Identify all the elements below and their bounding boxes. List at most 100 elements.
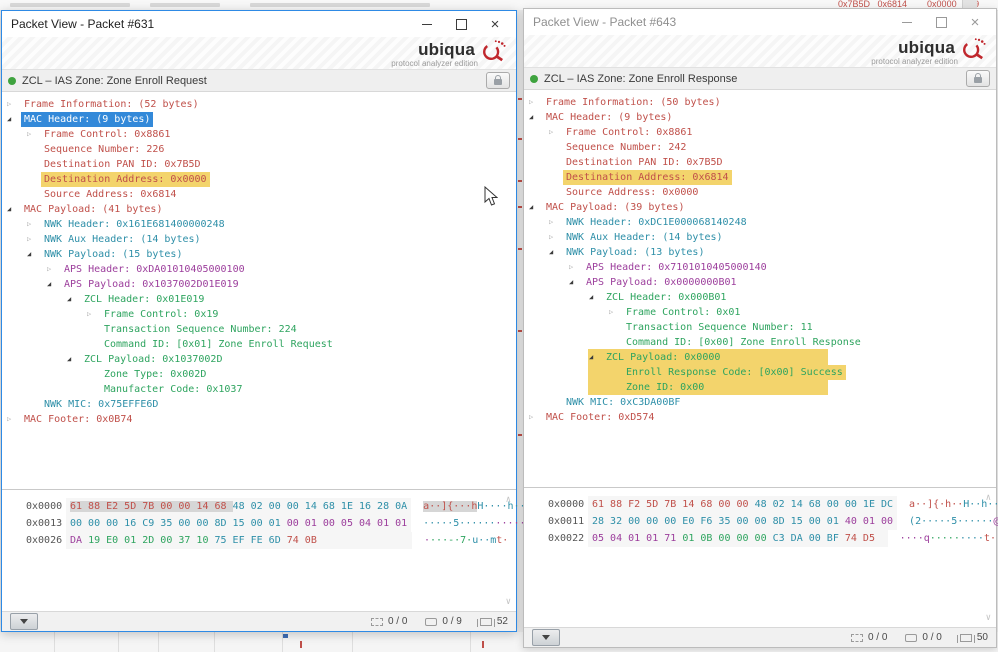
expand-icon[interactable]: ▷	[86, 307, 101, 322]
tree-item[interactable]: ◢ ZCL Header: 0x01E019	[2, 292, 516, 307]
hex-bytes[interactable]: 61 88 E2 5D 7B 00 00 14 68 48 02 00 00 1…	[66, 498, 412, 515]
hex-ascii[interactable]: a··]{···hH····h··(↓	[423, 498, 538, 515]
tree-item[interactable]: ▷ MAC Footer: 0x0B74	[2, 412, 516, 427]
tree-item[interactable]: Sequence Number: 242	[524, 140, 996, 155]
hex-ascii[interactable]: ····-·7·u··mt·	[424, 532, 508, 549]
expand-icon[interactable]: ▷	[46, 262, 61, 277]
scroll-down-icon[interactable]: ∨	[506, 598, 511, 607]
dropdown-button[interactable]	[10, 613, 38, 630]
lock-button[interactable]	[486, 72, 510, 89]
expand-icon[interactable]: ▷	[26, 127, 41, 142]
expand-icon[interactable]: ▷	[568, 260, 583, 275]
tree-item[interactable]: Source Address: 0x0000	[524, 185, 996, 200]
tree-item[interactable]: ◢ NWK Payload: (13 bytes)	[524, 245, 996, 260]
collapse-icon[interactable]: ◢	[548, 245, 563, 260]
scroll-up-icon[interactable]: ∧	[986, 494, 991, 503]
collapse-icon[interactable]: ◢	[6, 202, 21, 217]
tree-item[interactable]: ▷ NWK Header: 0x161E681400000248	[2, 217, 516, 232]
collapse-icon[interactable]: ◢	[66, 292, 81, 307]
collapse-icon[interactable]: ◢	[6, 112, 21, 127]
tree-item[interactable]: ▷ MAC Footer: 0xD574	[524, 410, 996, 425]
scroll-up-icon[interactable]: ∧	[506, 496, 511, 505]
tree-item[interactable]: ▷ Frame Control: 0x19	[2, 307, 516, 322]
tree-item[interactable]: NWK MIC: 0xC3DA00BF	[524, 395, 996, 410]
tree-item[interactable]: ◢ MAC Payload: (41 bytes)	[2, 202, 516, 217]
hex-bytes[interactable]: 61 88 F2 5D 7B 14 68 00 00 48 02 14 68 0…	[588, 496, 898, 513]
window-controls: ×	[898, 13, 984, 31]
expand-icon[interactable]: ▷	[548, 215, 563, 230]
tree-item[interactable]: ◢ MAC Header: (9 bytes)	[2, 112, 516, 127]
tree-item[interactable]: ◢ NWK Payload: (15 bytes)	[2, 247, 516, 262]
tree-item[interactable]: ▷ Frame Information: (50 bytes)	[524, 95, 996, 110]
tree-item[interactable]: ▷ Frame Control: 0x8861	[524, 125, 996, 140]
collapse-icon[interactable]: ◢	[66, 352, 81, 367]
expand-icon[interactable]: ▷	[528, 95, 543, 110]
expand-icon[interactable]: ▷	[26, 217, 41, 232]
tree-item[interactable]: Destination PAN ID: 0x7B5D	[524, 155, 996, 170]
tree-item[interactable]: Transaction Sequence Number: 11	[524, 320, 996, 335]
hex-bytes[interactable]: 05 04 01 01 71 01 0B 00 00 00 C3 DA 00 B…	[588, 530, 888, 547]
tree-item[interactable]: Source Address: 0x6814	[2, 187, 516, 202]
scroll-down-icon[interactable]: ∨	[986, 614, 991, 623]
minimize-button[interactable]	[898, 13, 916, 31]
tree-item[interactable]: Destination PAN ID: 0x7B5D	[2, 157, 516, 172]
tree-item[interactable]: Zone ID: 0x00	[524, 380, 996, 395]
tree-item[interactable]: Zone Type: 0x002D	[2, 367, 516, 382]
collapse-icon[interactable]: ◢	[46, 277, 61, 292]
tree-item[interactable]: Destination Address: 0x0000	[2, 172, 516, 187]
tree-item[interactable]: ▷ Frame Control: 0x01	[524, 305, 996, 320]
tree-item[interactable]: ◢ ZCL Payload: 0x1037002D	[2, 352, 516, 367]
expand-icon[interactable]: ▷	[548, 125, 563, 140]
tree-item[interactable]: ◢ MAC Header: (9 bytes)	[524, 110, 996, 125]
tree-item[interactable]: Sequence Number: 226	[2, 142, 516, 157]
tree-item[interactable]: NWK MIC: 0x75EFFE6D	[2, 397, 516, 412]
hex-bytes[interactable]: DA 19 E0 01 2D 00 37 10 75 EF FE 6D 74 0…	[66, 532, 412, 549]
tree-item[interactable]: ◢ APS Payload: 0x1037002D01E019	[2, 277, 516, 292]
minimize-button[interactable]	[418, 15, 436, 33]
tree-item[interactable]: ▷ APS Header: 0x7101010405000140	[524, 260, 996, 275]
hex-ascii[interactable]: ····q·········t·	[900, 530, 996, 547]
collapse-icon[interactable]: ◢	[528, 110, 543, 125]
tree-item[interactable]: ▷ NWK Aux Header: (14 bytes)	[524, 230, 996, 245]
expand-icon[interactable]: ▷	[26, 232, 41, 247]
collapse-icon[interactable]: ◢	[588, 290, 603, 305]
tree-item[interactable]: ▷ NWK Aux Header: (14 bytes)	[2, 232, 516, 247]
dropdown-button[interactable]	[532, 629, 560, 646]
tree-item[interactable]: Command ID: [0x01] Zone Enroll Request	[2, 337, 516, 352]
tree-item[interactable]: ▷ Frame Control: 0x8861	[2, 127, 516, 142]
lock-button[interactable]	[966, 70, 990, 87]
maximize-button[interactable]	[452, 15, 470, 33]
tree-item[interactable]: ◢ APS Payload: 0x0000000B01	[524, 275, 996, 290]
hex-ascii-segment: (2·····5······	[909, 516, 994, 527]
maximize-button[interactable]	[932, 13, 950, 31]
titlebar[interactable]: Packet View - Packet #643 ×	[524, 9, 996, 35]
tree-item-label: NWK Header: 0xDC1E000068140248	[566, 217, 747, 228]
expand-icon[interactable]: ▷	[6, 97, 21, 112]
tree-item[interactable]: Command ID: [0x00] Zone Enroll Response	[524, 335, 996, 350]
close-button[interactable]: ×	[966, 13, 984, 31]
collapse-icon[interactable]: ◢	[588, 350, 603, 365]
titlebar[interactable]: Packet View - Packet #631 ×	[2, 11, 516, 37]
tree-item[interactable]: Manufacter Code: 0x1037	[2, 382, 516, 397]
tree-item[interactable]: ▷ APS Header: 0xDA01010405000100	[2, 262, 516, 277]
collapse-icon[interactable]: ◢	[26, 247, 41, 262]
expand-icon[interactable]: ▷	[608, 305, 623, 320]
collapse-icon[interactable]: ◢	[568, 275, 583, 290]
tree-item[interactable]: Enroll Response Code: [0x00] Success	[524, 365, 996, 380]
expand-icon[interactable]: ▷	[548, 230, 563, 245]
hex-ascii[interactable]: (2·····5······@··	[909, 513, 998, 530]
tree-item[interactable]: Transaction Sequence Number: 224	[2, 322, 516, 337]
expand-icon[interactable]: ▷	[6, 412, 21, 427]
hex-ascii[interactable]: ·····5·············	[423, 515, 537, 532]
tree-item[interactable]: Destination Address: 0x6814	[524, 170, 996, 185]
hex-bytes[interactable]: 00 00 00 16 C9 35 00 00 8D 15 00 01 00 0…	[66, 515, 412, 532]
close-button[interactable]: ×	[486, 15, 504, 33]
expand-icon[interactable]: ▷	[528, 410, 543, 425]
hex-bytes[interactable]: 28 32 00 00 00 E0 F6 35 00 00 8D 15 00 0…	[588, 513, 898, 530]
tree-item[interactable]: ◢ MAC Payload: (39 bytes)	[524, 200, 996, 215]
collapse-icon[interactable]: ◢	[528, 200, 543, 215]
tree-item[interactable]: ▷ NWK Header: 0xDC1E000068140248	[524, 215, 996, 230]
tree-item[interactable]: ◢ ZCL Payload: 0x0000	[524, 350, 996, 365]
tree-item[interactable]: ▷ Frame Information: (52 bytes)	[2, 97, 516, 112]
tree-item[interactable]: ◢ ZCL Header: 0x000B01	[524, 290, 996, 305]
